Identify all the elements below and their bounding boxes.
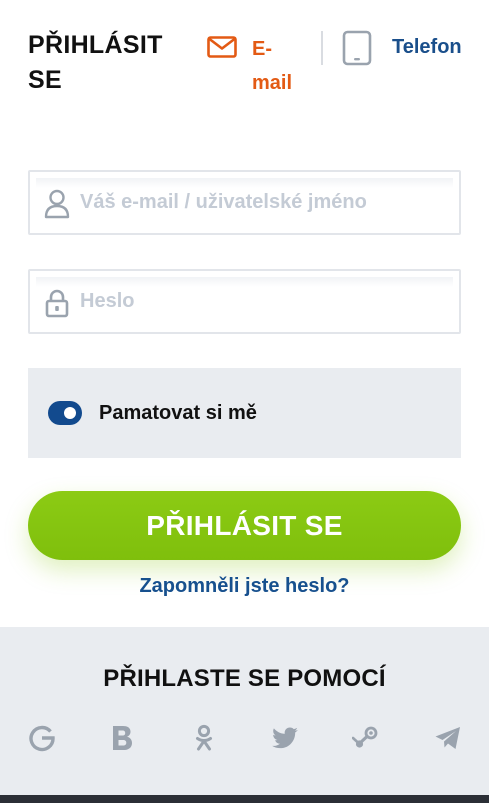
telegram-login-button[interactable] [434, 724, 462, 752]
tab-email[interactable]: E-mail [207, 32, 307, 102]
remember-me-row: Pamatovat si mě [28, 368, 461, 458]
remember-me-label[interactable]: Pamatovat si mě [99, 399, 257, 427]
toggle-knob [64, 407, 76, 419]
b-login-button[interactable] [108, 724, 136, 752]
twitter-login-button[interactable] [271, 724, 299, 752]
telegram-icon [435, 727, 460, 749]
tab-divider [321, 31, 323, 65]
b-letter-icon [113, 726, 132, 750]
tab-email-label: E-mail [252, 38, 293, 94]
password-field [28, 269, 461, 334]
lock-icon [45, 289, 69, 318]
odnoklassniki-icon [196, 724, 212, 751]
login-header: PŘIHLÁSIT SE E-mail Telefon [0, 0, 489, 110]
phone-icon [342, 30, 372, 66]
user-icon [44, 189, 70, 219]
social-login-heading: PŘIHLASTE SE POMOCÍ [103, 665, 386, 692]
mail-icon [207, 36, 237, 58]
tab-phone-label: Telefon [392, 36, 462, 58]
forgot-password-link[interactable]: Zapomněli jste heslo? [0, 572, 489, 600]
steam-icon [352, 726, 378, 748]
steam-login-button[interactable] [352, 724, 380, 752]
bottom-edge [0, 795, 489, 803]
page-title: PŘIHLÁSIT SE [28, 31, 163, 94]
password-input[interactable] [80, 271, 450, 332]
odnoklassniki-login-button[interactable] [190, 724, 218, 752]
google-login-button[interactable] [28, 724, 56, 752]
tab-phone[interactable]: Telefon [341, 30, 476, 66]
twitter-icon [272, 727, 298, 749]
email-input[interactable] [80, 172, 450, 233]
google-icon [29, 725, 55, 752]
remember-me-toggle[interactable] [48, 401, 82, 425]
login-submit-button[interactable]: PŘIHLÁSIT SE [28, 491, 461, 560]
email-field [28, 170, 461, 235]
social-login-panel: PŘIHLASTE SE POMOCÍ [0, 627, 489, 795]
